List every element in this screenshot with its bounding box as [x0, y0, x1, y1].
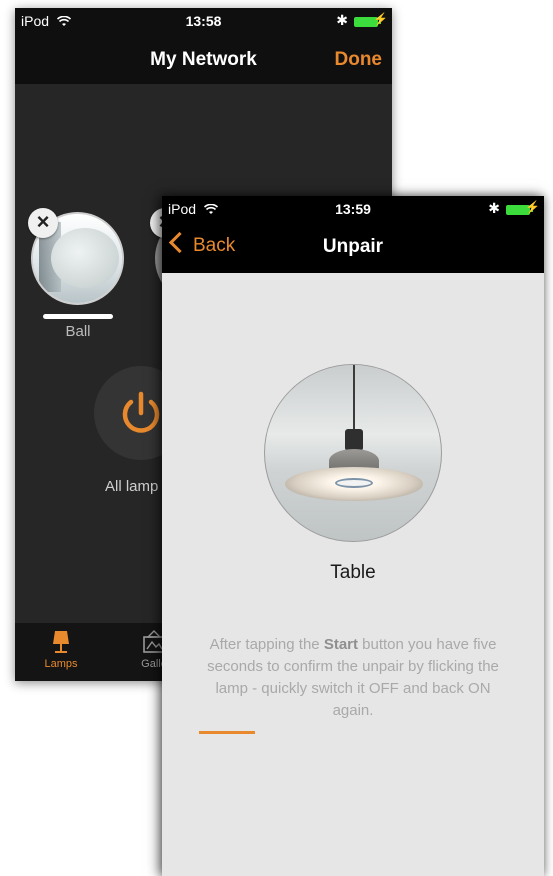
lamp-name-title: Table: [330, 562, 376, 583]
all-lamps-label: All lamp: [105, 478, 159, 495]
nav-bar-front: Back Unpair: [162, 221, 544, 273]
unpair-progress-fill: [199, 731, 255, 734]
status-time-front: 13:59: [335, 201, 371, 217]
unpair-progress: [199, 731, 509, 734]
bluetooth-icon: ✱: [488, 200, 500, 216]
power-icon: [122, 391, 160, 433]
tab-lamps-label: Lamps: [44, 658, 78, 670]
nav-bar: My Network Done: [15, 36, 392, 84]
unpair-instructions: After tapping the Start button you have …: [207, 636, 499, 719]
done-button[interactable]: Done: [335, 49, 383, 71]
selected-indicator: [43, 314, 113, 319]
unpair-screen: iPod 13:59 ✱ ⚡ Back Unpair Table After t…: [162, 196, 544, 876]
remove-lamp-button[interactable]: ×: [28, 208, 58, 238]
lamp-photo: [264, 364, 442, 542]
start-emphasis: Start: [323, 636, 358, 653]
charging-icon: ⚡: [373, 12, 388, 26]
bluetooth-icon: ✱: [336, 12, 348, 28]
status-bar: iPod 13:58 ✱ ⚡: [15, 8, 392, 36]
lamp-name-label: Ball: [65, 323, 91, 340]
lamp-icon: [53, 631, 69, 653]
page-title-unpair: Unpair: [322, 236, 384, 257]
charging-icon: ⚡: [525, 200, 540, 214]
status-bar-front: iPod 13:59 ✱ ⚡: [162, 196, 544, 221]
tab-lamps[interactable]: Lamps: [26, 629, 96, 670]
